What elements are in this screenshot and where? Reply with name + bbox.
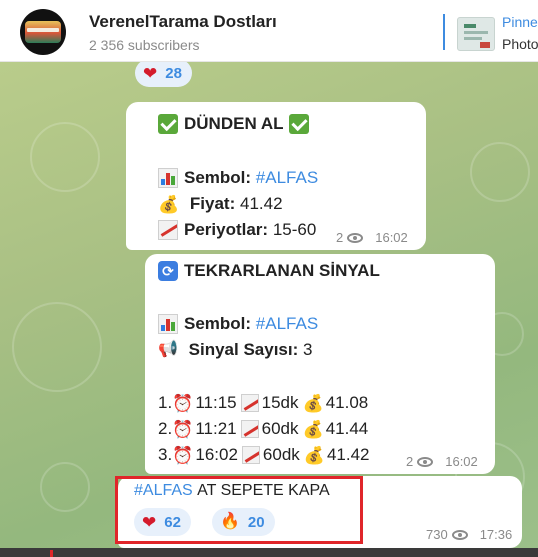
reaction-count: 62 — [164, 513, 181, 531]
signal-time: 16:02 — [195, 445, 238, 464]
bar-chart-icon — [158, 314, 178, 334]
periods-label: Periyotlar: — [184, 220, 269, 239]
message1-symbol-row: Sembol: #ALFAS — [158, 168, 318, 188]
message2-meta: 2 16:02 — [406, 454, 478, 469]
message2-count-row: 📢 Sinyal Sayısı: 3 — [158, 340, 312, 360]
message1-periods-row: Periyotlar: 15-60 — [158, 220, 316, 240]
money-bag-icon: 💰 — [302, 393, 324, 413]
view-count: 2 — [336, 230, 344, 245]
heart-icon: ❤ — [142, 512, 157, 532]
pinned-message-preview[interactable]: Photo — [502, 36, 538, 52]
eye-icon — [347, 232, 364, 243]
channel-header: VerenelTarama Dostları 2 356 subscribers… — [0, 0, 538, 62]
trend-chart-icon — [240, 394, 259, 412]
avatar-banner — [27, 28, 59, 32]
message-time: 17:36 — [479, 527, 513, 542]
signal-period: 15dk — [261, 393, 299, 412]
signal-price: 41.42 — [326, 445, 370, 464]
scroll-marker — [50, 550, 53, 557]
megaphone-icon: 📢 — [158, 341, 178, 358]
alarm-clock-icon: ⏰ — [172, 445, 194, 465]
message1-title: DÜNDEN AL — [184, 114, 284, 133]
view-count: 2 — [406, 454, 414, 469]
signal-index: 1. — [158, 393, 173, 412]
symbol-label: Sembol: — [184, 168, 252, 187]
check-icon — [289, 114, 310, 134]
alarm-clock-icon: ⏰ — [172, 419, 194, 439]
signal-index: 2. — [158, 419, 173, 438]
money-bag-icon: 💰 — [303, 445, 325, 465]
avatar-image — [25, 21, 61, 43]
periods-value: 15-60 — [272, 220, 317, 239]
check-icon — [158, 114, 178, 134]
price-value: 41.42 — [239, 194, 283, 213]
message3-text: AT SEPETE KAPA — [197, 482, 330, 499]
reaction-count: 28 — [165, 64, 182, 82]
view-count: 730 — [426, 527, 448, 542]
message1-price-row: 💰 Fiyat: 41.42 — [158, 194, 283, 214]
signal-row: 3. ⏰ 16:02 60dk 💰 41.42 — [158, 445, 370, 465]
signal-count-label: Sinyal Sayısı: — [188, 340, 299, 359]
signal-time: 11:21 — [195, 419, 237, 438]
pinned-message-title[interactable]: Pinne — [502, 14, 538, 30]
signal-row: 2. ⏰ 11:21 60dk 💰 41.44 — [158, 419, 368, 439]
reaction-count: 20 — [247, 513, 265, 531]
signal-period: 60dk — [261, 419, 299, 438]
message2-title: TEKRARLANAN SİNYAL — [184, 261, 380, 280]
signal-time: 11:15 — [195, 393, 237, 412]
message3-meta: 730 17:36 — [426, 527, 512, 542]
message2-title-row: ⟳ TEKRARLANAN SİNYAL — [158, 261, 380, 281]
message-time: 16:02 — [375, 230, 408, 245]
reaction-heart-previous[interactable]: ❤ 28 — [135, 59, 192, 87]
signal-row: 1. ⏰ 11:15 15dk 💰 41.08 — [158, 393, 368, 413]
price-label: Fiyat: — [189, 194, 236, 213]
trend-chart-icon — [241, 446, 260, 464]
bar-chart-icon — [158, 168, 178, 188]
message3-text-row: #ALFAS AT SEPETE KAPA — [134, 482, 330, 500]
trend-chart-icon — [158, 220, 178, 240]
message2-symbol-row: Sembol: #ALFAS — [158, 314, 318, 334]
bottom-scrollbar[interactable] — [0, 548, 538, 557]
fire-icon: 🔥 — [220, 513, 240, 530]
heart-icon: ❤ — [143, 63, 158, 83]
signal-period: 60dk — [262, 445, 300, 464]
pinned-thumbnail[interactable] — [457, 17, 495, 51]
repeat-icon: ⟳ — [158, 261, 178, 281]
reaction-heart[interactable]: ❤ 62 — [134, 508, 191, 536]
channel-title[interactable]: VerenelTarama Dostları — [89, 12, 277, 32]
pinned-indicator — [443, 14, 445, 50]
eye-icon — [451, 529, 468, 540]
symbol-hashtag[interactable]: #ALFAS — [256, 168, 318, 188]
subscriber-count: 2 356 subscribers — [89, 37, 200, 53]
symbol-hashtag[interactable]: #ALFAS — [256, 314, 318, 334]
message1-meta: 2 16:02 — [336, 230, 408, 245]
symbol-label: Sembol: — [184, 314, 252, 333]
eye-icon — [417, 456, 434, 467]
signal-price: 41.44 — [325, 419, 369, 438]
money-bag-icon: 💰 — [158, 194, 180, 214]
signal-index: 3. — [158, 445, 173, 464]
signal-price: 41.08 — [325, 393, 369, 412]
message3-hashtag[interactable]: #ALFAS — [134, 482, 193, 500]
money-bag-icon: 💰 — [302, 419, 324, 439]
signal-count-value: 3 — [303, 340, 313, 359]
reaction-fire[interactable]: 🔥 20 — [212, 508, 275, 536]
channel-avatar[interactable] — [20, 9, 66, 55]
message-bubble-tekrarlanan[interactable] — [145, 254, 495, 474]
message-time: 16:02 — [445, 454, 478, 469]
message1-title-row: DÜNDEN AL — [158, 114, 315, 134]
alarm-clock-icon: ⏰ — [172, 393, 194, 413]
trend-chart-icon — [240, 420, 259, 438]
